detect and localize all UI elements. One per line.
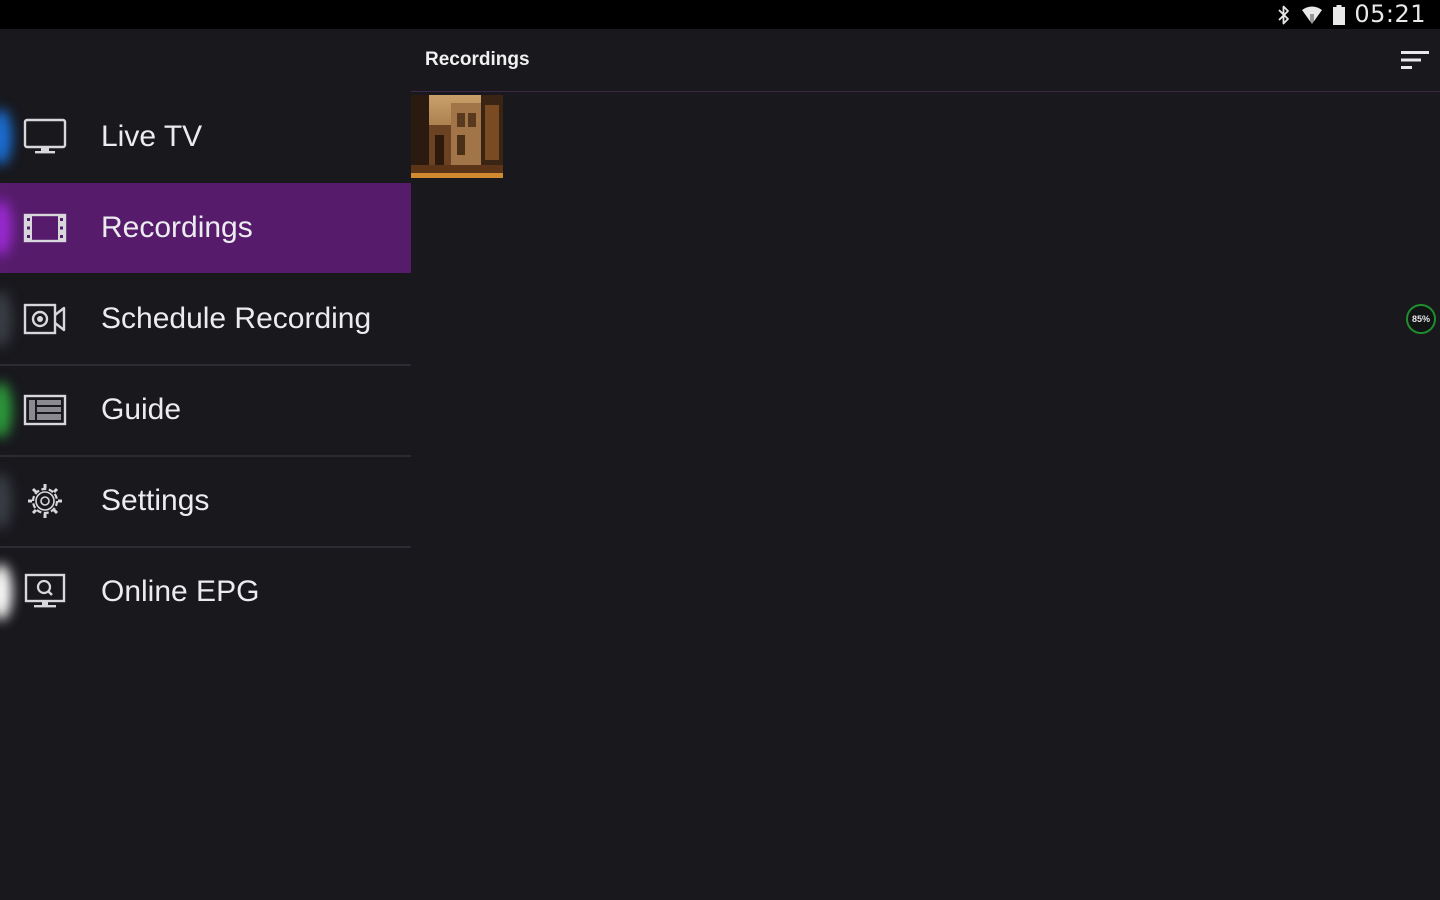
status-time: 05:21 [1354, 0, 1426, 28]
page-title: Recordings [425, 49, 530, 70]
wifi-icon [1300, 4, 1324, 26]
online-epg-icon [22, 572, 68, 612]
nav-label: Live TV [101, 120, 203, 153]
nav-item-recordings[interactable]: Recordings [0, 183, 411, 273]
nav-label: Recordings [101, 211, 253, 244]
film-icon [22, 208, 68, 248]
guide-icon [22, 390, 68, 430]
sort-button[interactable] [1398, 46, 1432, 74]
gear-icon [22, 481, 68, 521]
nav-accent-glow [0, 291, 12, 347]
nav-label: Online EPG [101, 575, 260, 608]
nav-item-settings[interactable]: Settings [0, 456, 411, 546]
recording-thumbnail[interactable] [411, 95, 503, 178]
storage-label: 85% [1411, 314, 1430, 324]
nav-accent-glow [0, 382, 12, 438]
nav-accent-glow [0, 109, 12, 165]
nav-item-schedule-recording[interactable]: Schedule Recording [0, 274, 411, 364]
record-camera-icon [22, 299, 68, 339]
battery-icon [1332, 4, 1346, 26]
tv-icon [22, 117, 68, 157]
storage-indicator[interactable]: 85% [1406, 304, 1436, 334]
nav-label: Guide [101, 393, 182, 426]
nav-accent-glow [0, 473, 12, 529]
nav-item-live-tv[interactable]: Live TV [0, 92, 411, 182]
nav-label: Settings [101, 484, 210, 517]
toolbar: Recordings [411, 29, 1440, 92]
nav-accent-glow [0, 564, 12, 620]
status-bar: 05:21 [0, 0, 1440, 29]
nav-item-guide[interactable]: Guide [0, 365, 411, 455]
status-icons: 05:21 [1276, 0, 1426, 29]
nav-label: Schedule Recording [101, 302, 372, 335]
nav-accent-glow [0, 200, 12, 256]
nav-item-online-epg[interactable]: Online EPG [0, 547, 411, 637]
nav-drawer: Live TV Recordings Schedule Recording Gu… [0, 29, 411, 900]
sort-icon [1401, 51, 1429, 69]
recording-thumbnail-image [411, 95, 503, 178]
bluetooth-icon [1276, 4, 1292, 26]
